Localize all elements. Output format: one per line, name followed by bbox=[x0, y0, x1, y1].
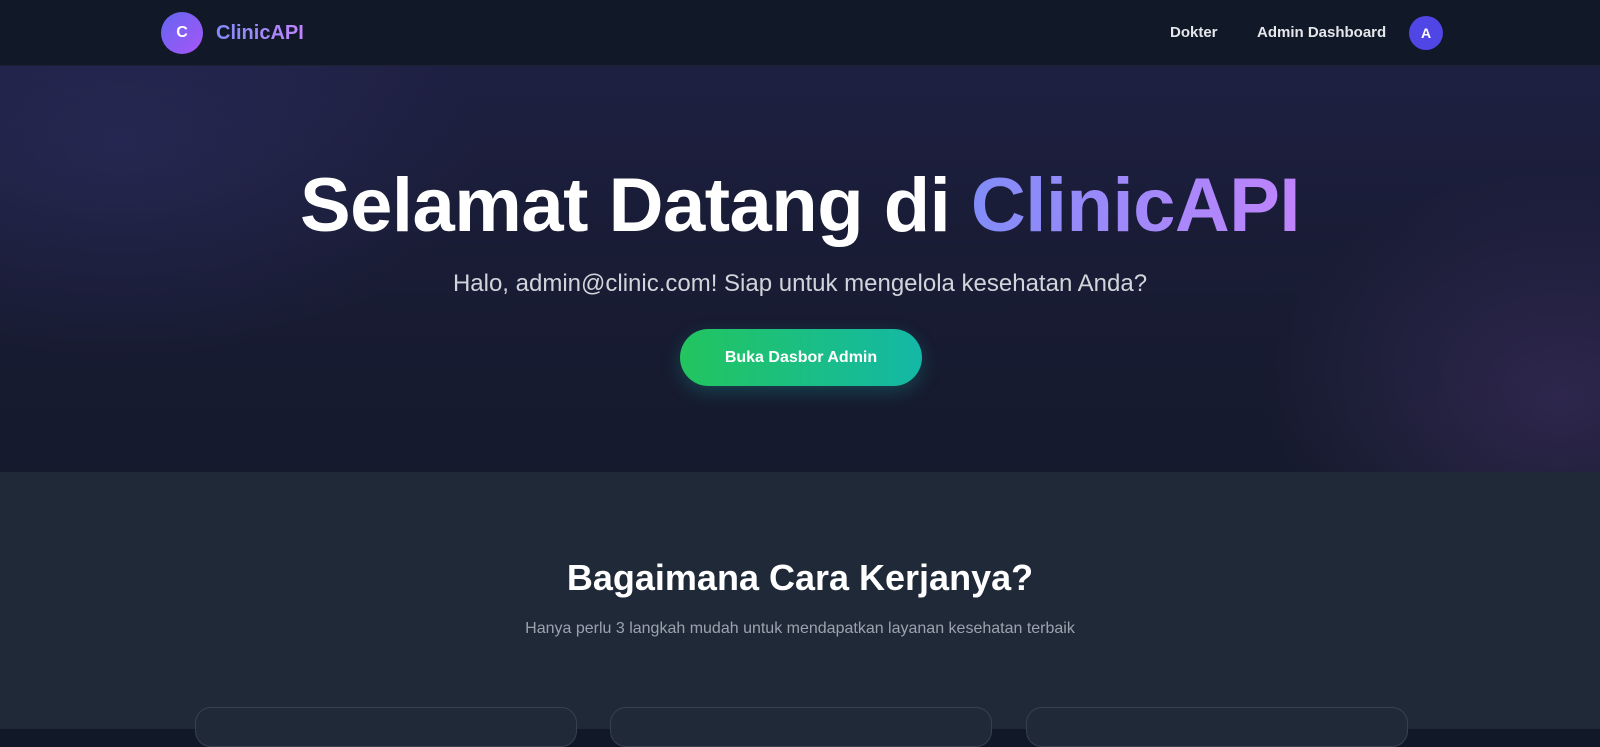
brand-name: ClinicAPI bbox=[216, 21, 304, 44]
brand-logo-icon: C bbox=[161, 12, 203, 54]
step-card-2 bbox=[610, 707, 992, 747]
hero-title-accent: ClinicAPI bbox=[970, 163, 1301, 248]
hero-title-prefix: Selamat Datang di bbox=[299, 163, 971, 248]
how-it-works-section: Bagaimana Cara Kerjanya? Hanya perlu 3 l… bbox=[0, 472, 1600, 747]
how-it-works-subtitle: Hanya perlu 3 langkah mudah untuk mendap… bbox=[525, 620, 1075, 637]
user-avatar[interactable]: A bbox=[1409, 16, 1443, 50]
hero-title: Selamat Datang di ClinicAPI bbox=[0, 168, 1600, 244]
open-admin-dashboard-button[interactable]: Buka Dasbor Admin bbox=[680, 329, 922, 386]
nav-link-dokter[interactable]: Dokter bbox=[1170, 24, 1218, 41]
nav-link-admin-dashboard[interactable]: Admin Dashboard bbox=[1257, 24, 1386, 41]
hero-section: Selamat Datang di ClinicAPI Halo, admin@… bbox=[0, 66, 1600, 472]
step-card-1 bbox=[195, 707, 577, 747]
navbar: C ClinicAPI Dokter Admin Dashboard A bbox=[0, 0, 1600, 66]
step-card-3 bbox=[1026, 707, 1408, 747]
hero-subtitle: Halo, admin@clinic.com! Siap untuk menge… bbox=[452, 270, 1148, 297]
brand-link[interactable]: C ClinicAPI bbox=[161, 12, 304, 54]
how-it-works-title: Bagaimana Cara Kerjanya? bbox=[566, 557, 1034, 598]
